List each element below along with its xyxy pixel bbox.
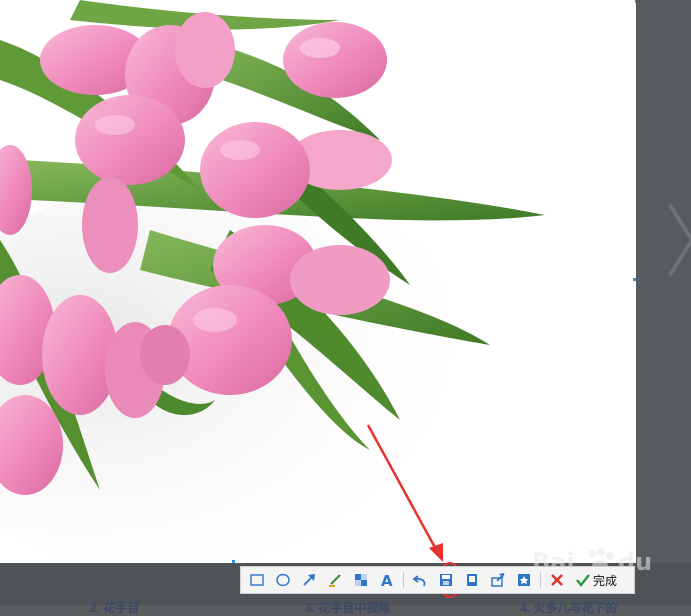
peek-text-1: 2. 花手目 [90, 601, 140, 615]
share-icon [491, 573, 505, 587]
checkmark-icon [576, 574, 590, 587]
undo-button[interactable] [410, 570, 430, 590]
text-icon: A [381, 572, 393, 588]
peek-text-2: 3. 花手目中视频 [305, 601, 391, 615]
done-button[interactable]: 完成 [575, 572, 617, 589]
toolbar-divider [540, 572, 541, 588]
next-chevron-icon[interactable] [664, 200, 691, 280]
dimmed-overlay-right [636, 0, 691, 605]
peek-text-3: 4. 火多儿与花下的 [520, 601, 618, 615]
save-icon [440, 574, 452, 586]
ellipse-icon [276, 573, 290, 587]
pin-button[interactable] [462, 570, 482, 590]
arrow-icon [303, 574, 315, 586]
mosaic-icon [355, 574, 367, 586]
brush-tool-button[interactable] [325, 570, 345, 590]
pin-icon [467, 574, 477, 586]
tulip-bouquet-image [0, 0, 636, 563]
svg-text:A: A [381, 572, 393, 588]
rectangle-tool-button[interactable] [247, 570, 267, 590]
selection-handle-bottom[interactable] [232, 560, 235, 563]
selection-handle-right[interactable] [633, 278, 636, 281]
brush-icon [329, 574, 341, 587]
rectangle-icon [250, 574, 264, 586]
arrow-tool-button[interactable] [299, 570, 319, 590]
text-tool-button[interactable]: A [377, 570, 397, 590]
undo-icon [412, 575, 426, 587]
share-button[interactable] [488, 570, 508, 590]
ellipse-tool-button[interactable] [273, 570, 293, 590]
collect-icon [518, 574, 530, 586]
screenshot-toolbar: A 完成 [240, 566, 635, 594]
capture-region[interactable] [0, 0, 636, 563]
mosaic-tool-button[interactable] [351, 570, 371, 590]
cancel-icon [551, 574, 563, 586]
save-button[interactable] [436, 570, 456, 590]
done-label: 完成 [593, 573, 618, 588]
cancel-button[interactable] [547, 570, 567, 590]
collect-button[interactable] [514, 570, 534, 590]
selection-handle-top[interactable] [635, 0, 636, 3]
toolbar-divider [403, 572, 404, 588]
